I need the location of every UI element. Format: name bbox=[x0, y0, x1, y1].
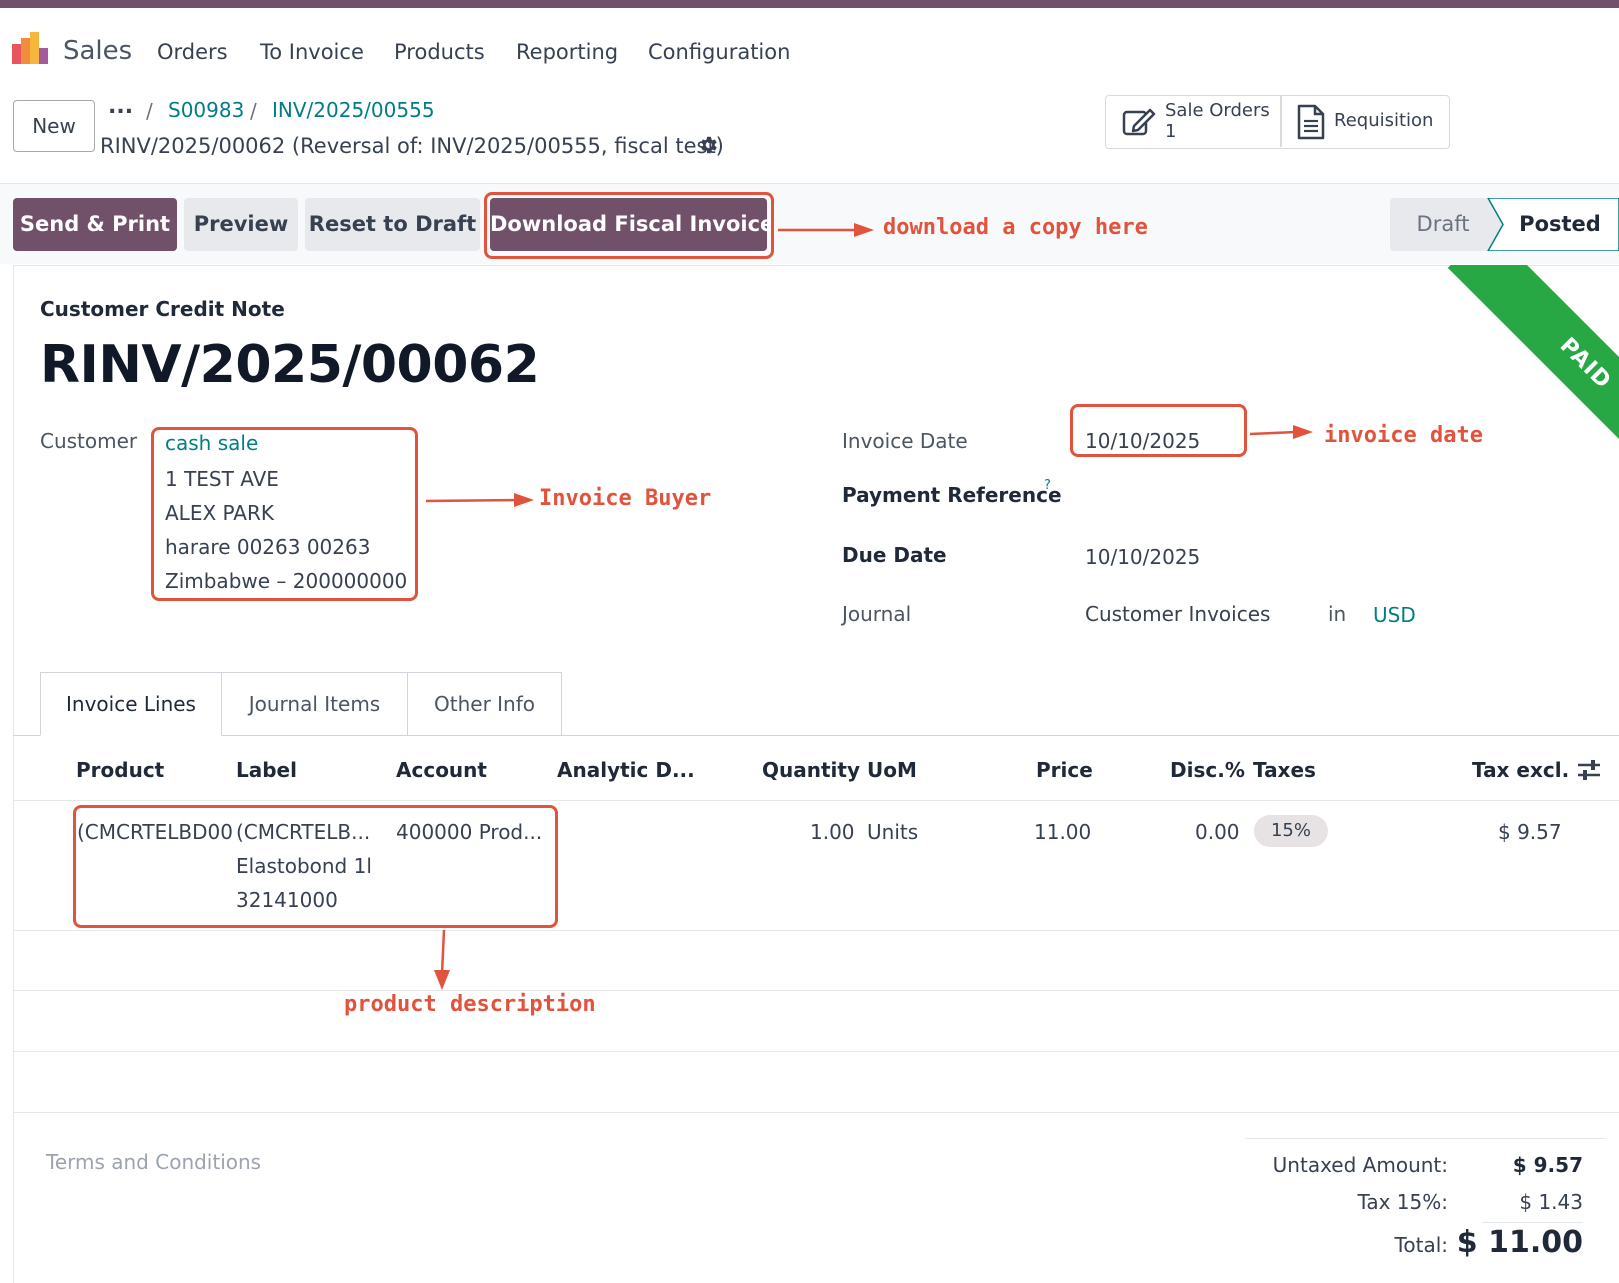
tax-value: $ 1.43 bbox=[1519, 1190, 1583, 1214]
menu-orders[interactable]: Orders bbox=[157, 40, 228, 64]
line-subtotal: $ 9.57 bbox=[1498, 820, 1562, 844]
due-date-field[interactable]: 10/10/2025 bbox=[1085, 545, 1200, 569]
payment-reference-label: Payment Reference bbox=[842, 483, 1062, 507]
tab-invoice-lines[interactable]: Invoice Lines bbox=[40, 672, 222, 736]
breadcrumb-ellipsis[interactable]: ... bbox=[108, 94, 133, 119]
annotation-arrow bbox=[1250, 425, 1313, 439]
row-divider bbox=[13, 1051, 1619, 1052]
total-value: $ 11.00 bbox=[1456, 1225, 1583, 1260]
journal-label: Journal bbox=[842, 602, 912, 626]
column-header[interactable]: Analytic D... bbox=[557, 758, 695, 782]
app-name[interactable]: Sales bbox=[63, 36, 132, 66]
sales-app-logo-icon[interactable] bbox=[12, 30, 48, 66]
record-title: RINV/2025/00062 (Reversal of: INV/2025/0… bbox=[100, 134, 724, 158]
column-header[interactable]: Account bbox=[396, 758, 487, 782]
status-draft[interactable]: Draft bbox=[1393, 198, 1493, 251]
edit-icon bbox=[1122, 108, 1156, 136]
document-number: RINV/2025/00062 bbox=[40, 335, 540, 395]
column-header[interactable]: Disc.% bbox=[1170, 758, 1245, 782]
annotation-download: download a copy here bbox=[883, 215, 1148, 240]
breadcrumb-invoice[interactable]: INV/2025/00555 bbox=[272, 98, 435, 122]
breadcrumb-separator: / bbox=[250, 99, 257, 123]
tab-journal-items[interactable]: Journal Items bbox=[222, 672, 408, 736]
requisition-label: Requisition bbox=[1334, 110, 1434, 131]
customer-label: Customer bbox=[40, 429, 138, 453]
paid-ribbon-text: PAID bbox=[1447, 265, 1619, 502]
annotation-arrow bbox=[778, 223, 874, 237]
annotation-arrow bbox=[434, 930, 450, 990]
column-header[interactable]: UoM bbox=[867, 758, 917, 782]
untaxed-amount-value: $ 9.57 bbox=[1512, 1153, 1583, 1177]
annotation-invoice-date: invoice date bbox=[1324, 423, 1483, 448]
row-divider bbox=[13, 1112, 1619, 1113]
column-header[interactable]: Quantity bbox=[762, 758, 860, 782]
sale-orders-label: Sale Orders bbox=[1165, 100, 1270, 121]
currency-link[interactable]: USD bbox=[1373, 603, 1416, 627]
optional-columns-icon[interactable] bbox=[1576, 757, 1602, 783]
requisition-smart-button[interactable]: Requisition bbox=[1282, 96, 1450, 147]
status-posted[interactable]: Posted bbox=[1505, 198, 1615, 251]
document-type: Customer Credit Note bbox=[40, 297, 285, 321]
table-header-divider bbox=[13, 800, 1619, 801]
annotation-product-description: product description bbox=[344, 992, 596, 1017]
sale-orders-count: 1 bbox=[1165, 121, 1177, 142]
preview-button[interactable]: Preview bbox=[184, 198, 298, 251]
help-tooltip-icon[interactable]: ? bbox=[1044, 478, 1051, 493]
column-header[interactable]: Product bbox=[76, 758, 164, 782]
tax-badge[interactable]: 15% bbox=[1254, 815, 1328, 847]
journal-in-label: in bbox=[1328, 602, 1347, 626]
reset-to-draft-button[interactable]: Reset to Draft bbox=[305, 198, 480, 251]
annotation-arrow bbox=[426, 493, 534, 507]
product-highlight-box bbox=[73, 805, 558, 928]
tab-other-info[interactable]: Other Info bbox=[408, 672, 562, 736]
gear-icon[interactable] bbox=[697, 134, 719, 156]
column-header[interactable]: Price bbox=[1036, 758, 1093, 782]
menu-products[interactable]: Products bbox=[394, 40, 485, 64]
line-price[interactable]: 11.00 bbox=[1034, 820, 1091, 844]
row-divider bbox=[13, 990, 1619, 991]
sale-orders-smart-button[interactable]: Sale Orders 1 bbox=[1106, 96, 1280, 147]
untaxed-amount-label: Untaxed Amount: bbox=[1272, 1153, 1448, 1177]
terms-conditions-input[interactable]: Terms and Conditions bbox=[46, 1150, 261, 1174]
line-discount[interactable]: 0.00 bbox=[1195, 820, 1240, 844]
journal-field[interactable]: Customer Invoices bbox=[1085, 602, 1270, 626]
due-date-label: Due Date bbox=[842, 543, 947, 567]
smart-buttons: Sale Orders 1 Requisition bbox=[1105, 95, 1450, 149]
total-divider bbox=[1482, 1222, 1583, 1223]
buyer-highlight-box bbox=[151, 427, 418, 601]
send-print-button[interactable]: Send & Print bbox=[13, 198, 177, 251]
main-navbar: Sales Orders To Invoice Products Reporti… bbox=[0, 8, 1619, 84]
menu-configuration[interactable]: Configuration bbox=[648, 40, 790, 64]
row-divider bbox=[13, 930, 1619, 931]
menu-reporting[interactable]: Reporting bbox=[516, 40, 618, 64]
document-icon bbox=[1297, 104, 1325, 140]
invoice-date-label: Invoice Date bbox=[842, 429, 968, 453]
annotation-invoice-buyer: Invoice Buyer bbox=[539, 486, 712, 511]
line-quantity[interactable]: 1.00 bbox=[810, 820, 855, 844]
invoice-date-highlight-box bbox=[1070, 404, 1247, 457]
download-highlight-box bbox=[484, 192, 774, 259]
total-label: Total: bbox=[1394, 1233, 1448, 1257]
column-header[interactable]: Taxes bbox=[1253, 758, 1316, 782]
line-uom[interactable]: Units bbox=[867, 820, 918, 844]
tax-label: Tax 15%: bbox=[1357, 1190, 1448, 1214]
totals-divider bbox=[1245, 1138, 1605, 1139]
top-accent-bar bbox=[0, 0, 1619, 8]
menu-to-invoice[interactable]: To Invoice bbox=[260, 40, 364, 64]
column-header[interactable]: Tax excl. bbox=[1472, 758, 1569, 782]
paid-ribbon: PAID bbox=[1380, 265, 1619, 505]
column-header[interactable]: Label bbox=[236, 758, 297, 782]
new-button[interactable]: New bbox=[13, 100, 95, 152]
breadcrumb-sale-order[interactable]: S00983 bbox=[168, 98, 244, 122]
breadcrumb-separator: / bbox=[146, 99, 153, 123]
